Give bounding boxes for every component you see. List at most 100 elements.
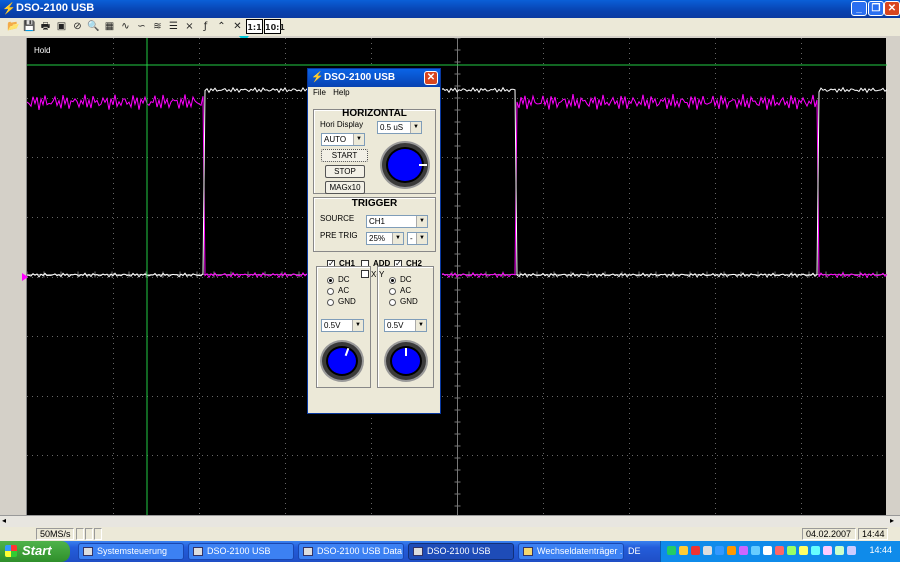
dialog-menu-bar: File Help: [308, 88, 440, 100]
tray-update-icon[interactable]: [727, 546, 736, 555]
close-button[interactable]: ✕: [884, 1, 900, 16]
timebase-select[interactable]: 0.5 uS ▼: [377, 121, 422, 134]
open-icon[interactable]: 📂: [6, 19, 21, 34]
status-time: 14:44: [858, 528, 888, 540]
ch2-volts-value: 0.5V: [387, 321, 404, 330]
restore-button[interactable]: ❐: [868, 1, 884, 16]
task-dso-2100-usb-data[interactable]: DSO-2100 USB Data: [298, 543, 404, 560]
pre-trig-select[interactable]: 25% ▼: [366, 232, 404, 245]
marker-icon[interactable]: ×: [182, 19, 197, 34]
timebase-value: 0.5 uS: [380, 123, 404, 132]
status-date: 04.02.2007: [802, 528, 856, 540]
dialog-title: DSO-2100 USB: [324, 72, 396, 83]
tray-network-icon[interactable]: [667, 546, 676, 555]
ch2-ac-label: AC: [400, 286, 412, 295]
task-label: Systemsteuerung: [97, 546, 168, 556]
fft-icon[interactable]: ƒ: [198, 19, 213, 34]
chevron-down-icon: ▼: [353, 134, 364, 145]
ch1-dc-radio[interactable]: [327, 277, 334, 284]
tray-app-icon[interactable]: [739, 546, 748, 555]
probe-icon: ⚡: [311, 72, 324, 83]
ch1-volts-select[interactable]: 0.5V ▼: [321, 319, 364, 332]
start-button[interactable]: Start: [0, 541, 70, 562]
tray-monitor-icon[interactable]: [751, 546, 760, 555]
dialog-close-button[interactable]: ✕: [424, 71, 438, 85]
grid-icon[interactable]: ▦: [102, 19, 117, 34]
pre-trig-extra-select[interactable]: - ▼: [407, 232, 428, 245]
control-panel-icon: [83, 547, 93, 556]
probe-icon: [193, 547, 203, 556]
tray-display-icon[interactable]: [835, 546, 844, 555]
magx10-button[interactable]: MAGx10: [325, 181, 365, 194]
tray-usb-icon[interactable]: [679, 546, 688, 555]
title-bar: ⚡ DSO-2100 USB _ ❐ ✕: [0, 0, 900, 18]
tray-bluetooth-icon[interactable]: [715, 546, 724, 555]
horizontal-scrollbar[interactable]: ◂ ▸: [0, 515, 900, 527]
math-icon[interactable]: ≋: [150, 19, 165, 34]
tray-messenger-icon[interactable]: [763, 546, 772, 555]
minimize-button[interactable]: _: [851, 1, 867, 16]
trigger-source-value: CH1: [369, 217, 386, 226]
stop-icon[interactable]: ⊘: [70, 19, 85, 34]
ch2-dc-radio[interactable]: [389, 277, 396, 284]
dialog-title-bar[interactable]: ⚡ DSO-2100 USB ✕: [308, 69, 440, 87]
scope-graticule: [27, 38, 887, 515]
menu-help[interactable]: Help: [333, 88, 349, 97]
tray-battery-icon[interactable]: [787, 546, 796, 555]
ch2-gnd-radio[interactable]: [389, 299, 396, 306]
system-tray: 14:44: [660, 541, 900, 562]
task-wechseldatentraeger[interactable]: Wechseldatenträger ...: [518, 543, 624, 560]
horizontal-title: HORIZONTAL: [342, 108, 407, 119]
zoom-icon[interactable]: 🔍: [86, 19, 101, 34]
cross-icon[interactable]: ✕: [230, 19, 245, 34]
scope-display[interactable]: [26, 38, 887, 515]
camera-icon[interactable]: ▣: [54, 19, 69, 34]
task-label: DSO-2100 USB: [427, 546, 491, 556]
ch2-ac-radio[interactable]: [389, 288, 396, 295]
tray-sync-icon[interactable]: [811, 546, 820, 555]
language-indicator[interactable]: DE: [628, 546, 641, 556]
taskbar: Start Systemsteuerung DSO-2100 USB DSO-2…: [0, 541, 900, 562]
trigger-title: TRIGGER: [351, 198, 398, 209]
scroll-left-icon[interactable]: ◂: [2, 516, 6, 525]
ch1-group: DC AC GND 0.5V ▼: [316, 266, 371, 388]
ch1-level-marker[interactable]: [22, 273, 28, 281]
zoom-1to1-button[interactable]: 1:1: [246, 19, 263, 34]
scroll-right-icon[interactable]: ▸: [890, 516, 894, 525]
folder-icon: [523, 547, 533, 556]
wave-fall-icon[interactable]: ∽: [134, 19, 149, 34]
zoom-10to1-button[interactable]: 10:1: [264, 19, 285, 34]
ch1-gnd-radio[interactable]: [327, 299, 334, 306]
windows-logo-icon: [5, 545, 17, 557]
task-dso-2100-usb-2[interactable]: DSO-2100 USB: [408, 543, 514, 560]
auto-icon[interactable]: ⌃: [214, 19, 229, 34]
chevron-down-icon: ▼: [416, 216, 427, 227]
sample-rate: 50MS/s: [36, 528, 74, 540]
ch1-ac-radio[interactable]: [327, 288, 334, 295]
ch1-volts-knob[interactable]: [320, 340, 364, 382]
tray-volume-icon[interactable]: [703, 546, 712, 555]
chevron-down-icon: ▼: [352, 320, 363, 331]
save-icon[interactable]: 💾: [22, 19, 37, 34]
cursor-lines-icon[interactable]: ☰: [166, 19, 181, 34]
task-dso-2100-usb-1[interactable]: DSO-2100 USB: [188, 543, 294, 560]
tray-security-icon[interactable]: [691, 546, 700, 555]
print-icon[interactable]: 🖶: [38, 19, 53, 34]
start-button[interactable]: START: [321, 149, 368, 162]
menu-file[interactable]: File: [313, 88, 326, 97]
toolbar: 📂 💾 🖶 ▣ ⊘ 🔍 ▦ ∿ ∽ ≋ ☰ × ƒ ⌃ ✕ 1:1 10:1: [0, 18, 900, 36]
wave-rise-icon[interactable]: ∿: [118, 19, 133, 34]
trigger-source-select[interactable]: CH1 ▼: [366, 215, 428, 228]
tray-antivirus-icon[interactable]: [775, 546, 784, 555]
task-systemsteuerung[interactable]: Systemsteuerung: [78, 543, 184, 560]
chevron-down-icon: ▼: [415, 320, 426, 331]
ch2-volts-select[interactable]: 0.5V ▼: [384, 319, 427, 332]
stop-button[interactable]: STOP: [325, 165, 365, 178]
timebase-knob[interactable]: [380, 141, 430, 189]
tray-wifi-icon[interactable]: [799, 546, 808, 555]
window-title: DSO-2100 USB: [16, 2, 95, 14]
tray-safe-remove-icon[interactable]: [847, 546, 856, 555]
ch2-volts-knob[interactable]: [384, 340, 428, 382]
hori-display-select[interactable]: AUTO ▼: [321, 133, 365, 146]
tray-help-icon[interactable]: [823, 546, 832, 555]
